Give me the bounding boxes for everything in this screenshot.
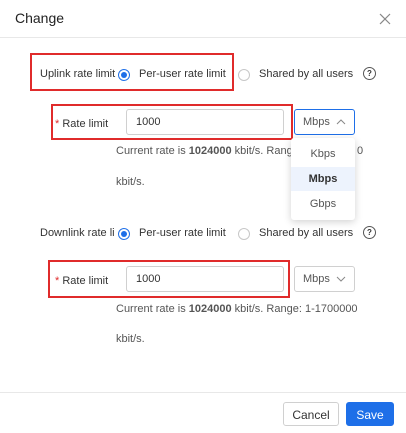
cancel-button[interactable]: Cancel [283, 402, 339, 426]
dialog-title: Change [15, 10, 65, 26]
radio-downlink-per-user[interactable] [118, 228, 130, 240]
downlink-rate-hint: Current rate is 1024000 kbit/s. Range: 1… [116, 303, 358, 315]
uplink-rate-hint-line2: kbit/s. [116, 176, 145, 188]
radio-uplink-per-user-label[interactable]: Per-user rate limit [139, 68, 226, 80]
uplink-rate-hint: Current rate is 1024000 kbit/s. Rang [116, 145, 293, 157]
uplink-rate-field-label: * Rate limit [55, 118, 109, 130]
chevron-down-icon [336, 276, 346, 282]
save-button[interactable]: Save [346, 402, 394, 426]
downlink-rate-input[interactable]: 1000 [126, 266, 284, 292]
chevron-up-icon [336, 119, 346, 125]
downlink-rate-limit-label: Downlink rate li [40, 227, 115, 239]
downlink-rate-field-label: * Rate limit [55, 275, 109, 287]
radio-downlink-shared[interactable] [238, 228, 250, 240]
downlink-unit-select[interactable]: Mbps [294, 266, 355, 292]
help-icon-downlink[interactable]: ? [363, 226, 376, 239]
uplink-unit-selected: Mbps [303, 116, 330, 128]
unit-option-mbps[interactable]: Mbps [291, 167, 355, 191]
downlink-unit-selected: Mbps [303, 273, 330, 285]
radio-downlink-per-user-label[interactable]: Per-user rate limit [139, 227, 226, 239]
radio-downlink-shared-label[interactable]: Shared by all users [259, 227, 353, 239]
uplink-rate-limit-label: Uplink rate limit [40, 68, 116, 80]
unit-option-kbps[interactable]: Kbps [291, 142, 355, 166]
help-icon-uplink[interactable]: ? [363, 67, 376, 80]
downlink-rate-hint-line2: kbit/s. [116, 333, 145, 345]
unit-option-gbps[interactable]: Gbps [291, 192, 355, 216]
radio-uplink-shared-label[interactable]: Shared by all users [259, 68, 353, 80]
uplink-unit-select[interactable]: Mbps [294, 109, 355, 135]
radio-uplink-shared[interactable] [238, 69, 250, 81]
uplink-rate-hint-tail: 0 [357, 145, 364, 157]
uplink-rate-input[interactable]: 1000 [126, 109, 284, 135]
radio-uplink-per-user[interactable] [118, 69, 130, 81]
close-icon[interactable] [378, 9, 392, 25]
unit-dropdown-menu: Kbps Mbps Gbps [291, 138, 355, 220]
